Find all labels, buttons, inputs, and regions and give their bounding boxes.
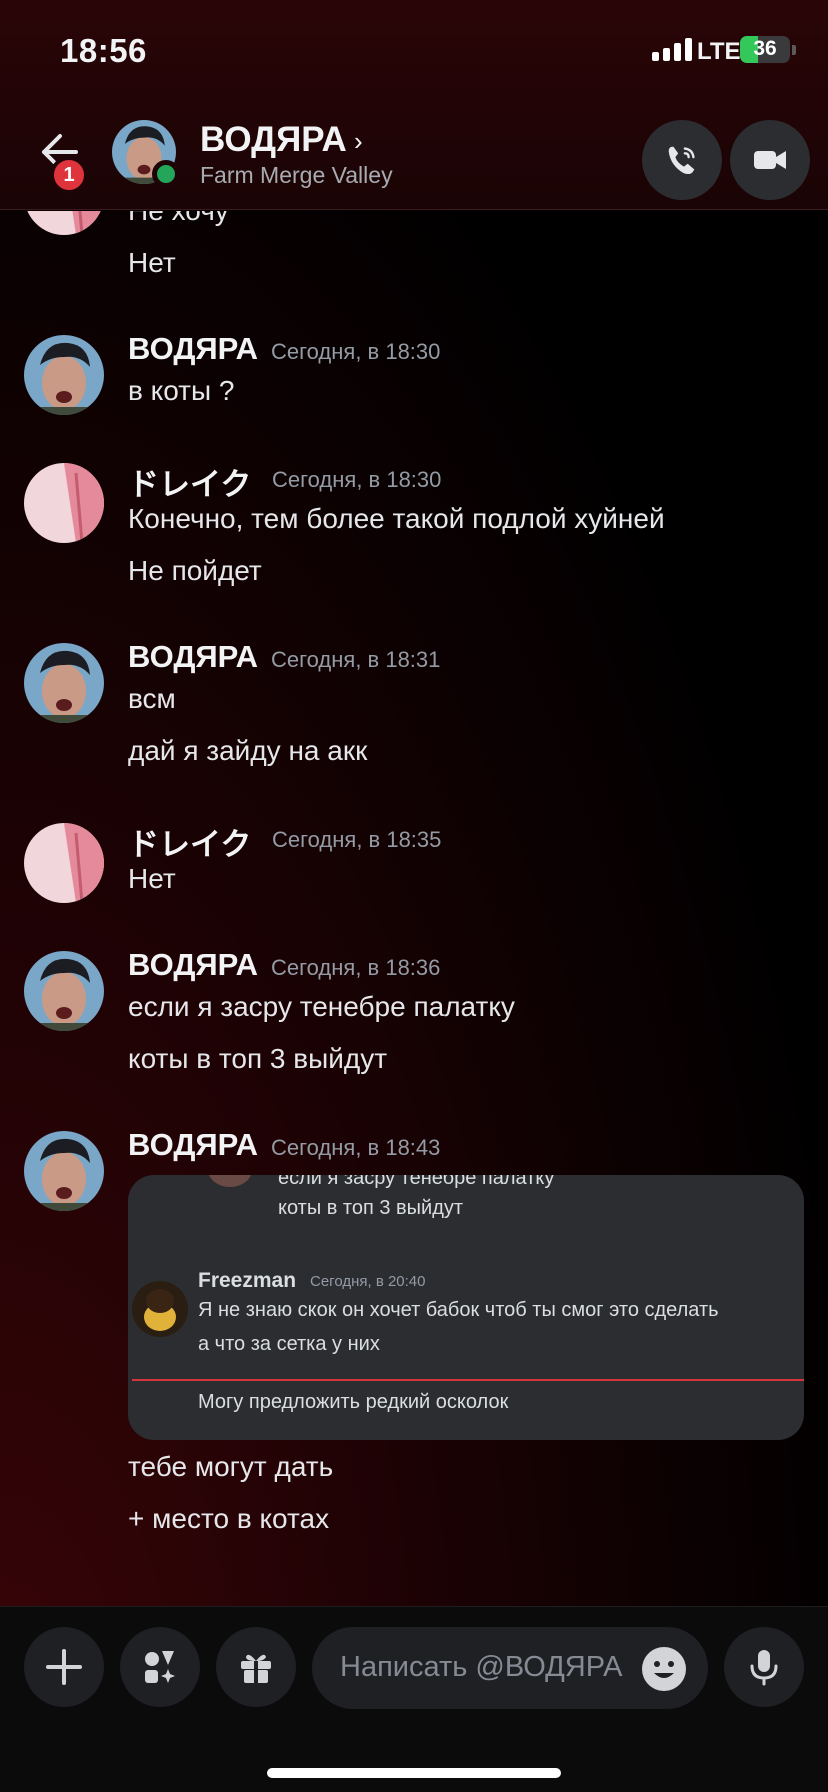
message-composer: Написать @ВОДЯРА xyxy=(0,1606,828,1792)
image-attachment[interactable]: если я засру тенебре палатку коты в топ … xyxy=(128,1175,804,1440)
message-text: коты в топ 3 выйдут xyxy=(128,1043,388,1074)
avatar[interactable] xyxy=(24,211,104,235)
plus-icon xyxy=(46,1649,82,1685)
message-timestamp: Сегодня, в 18:30 xyxy=(272,467,442,492)
voice-message-button[interactable] xyxy=(724,1627,804,1707)
message-timestamp: Сегодня, в 18:30 xyxy=(271,339,441,364)
attachment-author: Freezman xyxy=(198,1269,297,1292)
avatar[interactable] xyxy=(24,643,104,723)
apps-button[interactable] xyxy=(120,1627,200,1707)
gift-button[interactable] xyxy=(216,1627,296,1707)
attachment-text: Могу предложить редкий осколок xyxy=(198,1391,509,1413)
signal-icon xyxy=(652,38,692,61)
message-timestamp: Сегодня, в 18:36 xyxy=(271,955,441,980)
online-status-indicator xyxy=(152,160,180,188)
avatar[interactable] xyxy=(24,951,104,1031)
attachment-text: коты в топ 3 выйдут xyxy=(278,1197,464,1219)
message-author[interactable]: ВОДЯРА xyxy=(128,947,258,983)
message-author[interactable]: ドレイク xyxy=(128,459,251,504)
battery-icon: 36 xyxy=(740,36,790,63)
avatar[interactable] xyxy=(24,463,104,543)
message-text: Нет xyxy=(128,863,176,894)
message-text: Конечно, тем более такой подлой хуйней xyxy=(128,503,665,534)
new-messages-divider xyxy=(132,1379,804,1381)
attachment-timestamp: Сегодня, в 20:40 xyxy=(310,1273,426,1290)
attachment-text: Я не знаю скок он хочет бабок чтоб ты см… xyxy=(198,1299,719,1321)
message-timestamp: Сегодня, в 18:31 xyxy=(271,647,441,672)
emoji-icon[interactable] xyxy=(642,1647,686,1691)
unread-badge: 1 xyxy=(50,156,88,194)
avatar[interactable] xyxy=(24,335,104,415)
attachment-avatar xyxy=(132,1281,188,1337)
message-timestamp: Сегодня, в 18:35 xyxy=(272,827,442,852)
message-text: Не хочу xyxy=(128,211,229,227)
home-indicator xyxy=(267,1768,561,1778)
message-author[interactable]: ВОДЯРА xyxy=(128,1127,258,1163)
message-list[interactable]: Не хочу Нет ВОДЯРА Сегодня, в 18:30 в ко… xyxy=(0,211,828,1606)
add-attachment-button[interactable] xyxy=(24,1627,104,1707)
network-label: LTE xyxy=(697,38,741,65)
attachment-avatar xyxy=(208,1175,252,1187)
status-time: 18:56 xyxy=(60,32,147,69)
message-input[interactable]: Написать @ВОДЯРА xyxy=(312,1627,708,1709)
message-author[interactable]: ВОДЯРА xyxy=(128,331,258,367)
message-text: + место в котах xyxy=(128,1503,330,1534)
contact-name[interactable]: ВОДЯРА xyxy=(200,120,347,160)
message-timestamp: Сегодня, в 18:43 xyxy=(271,1135,441,1160)
message-text: Нет xyxy=(128,247,176,278)
battery-level: 36 xyxy=(753,37,777,60)
message-text: дай я зайду на акк xyxy=(128,735,368,766)
microphone-icon xyxy=(750,1650,778,1686)
message-text: если я засру тенебре палатку xyxy=(128,991,515,1022)
chat-header: 1 ВОДЯРА › Farm Merge Valley xyxy=(0,100,828,210)
attachment-text: а что за сетка у них xyxy=(198,1333,380,1355)
phone-icon xyxy=(668,146,695,175)
avatar[interactable] xyxy=(24,823,104,903)
status-bar: 18:56 LTE 36 xyxy=(0,0,828,100)
message-author[interactable]: ВОДЯРА xyxy=(128,639,258,675)
voice-call-button[interactable] xyxy=(642,120,722,200)
gift-icon xyxy=(241,1654,271,1683)
message-text: Не пойдет xyxy=(128,555,262,586)
contact-activity: Farm Merge Valley xyxy=(200,162,393,188)
message-author[interactable]: ドレイク xyxy=(128,819,251,864)
avatar[interactable] xyxy=(24,1131,104,1211)
video-call-button[interactable] xyxy=(730,120,810,200)
chevron-right-icon[interactable]: › xyxy=(354,126,363,157)
attachment-text: если я засру тенебре палатку xyxy=(278,1175,555,1189)
battery-tip xyxy=(792,45,796,55)
message-text: тебе могут дать xyxy=(128,1451,334,1482)
message-text: всм xyxy=(128,683,176,714)
message-text: в коты ? xyxy=(128,375,235,406)
message-input-placeholder: Написать @ВОДЯРА xyxy=(340,1651,623,1683)
apps-icon xyxy=(145,1651,175,1683)
video-camera-icon xyxy=(754,151,786,169)
